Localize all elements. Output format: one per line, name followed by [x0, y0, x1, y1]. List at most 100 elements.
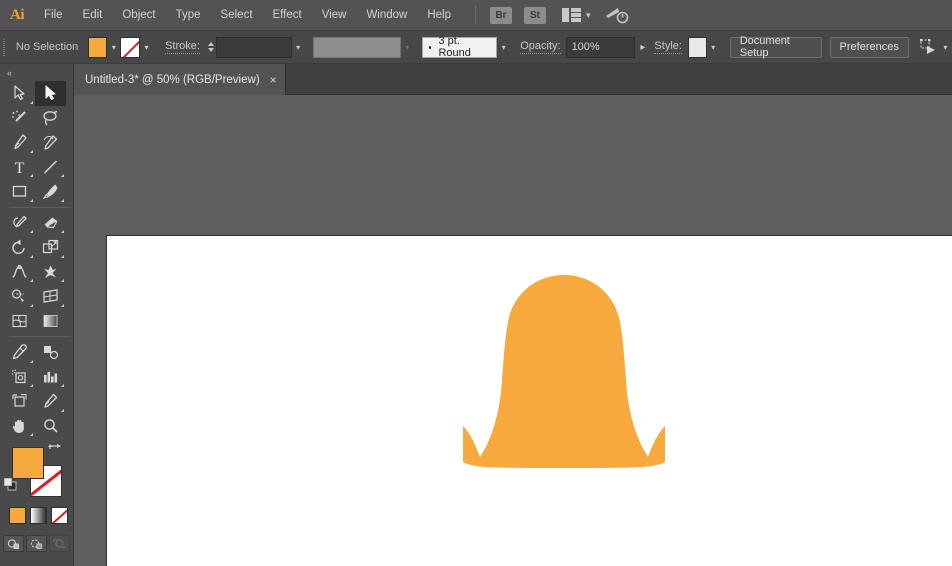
default-fill-stroke-icon[interactable]	[4, 478, 17, 496]
arrange-documents-icon[interactable]: ▾	[562, 8, 591, 22]
hand-tool[interactable]	[4, 414, 35, 439]
stroke-profile-chevron-down-icon[interactable]: ▾	[497, 37, 510, 58]
flyout-corner-icon	[30, 149, 33, 153]
paintbrush-tool[interactable]	[35, 179, 66, 204]
lasso-tool[interactable]	[35, 106, 66, 131]
flyout-corner-icon	[30, 100, 33, 104]
style-label: Style:	[654, 40, 682, 54]
variable-width-chevron-down-icon: ▾	[405, 42, 410, 52]
mesh-tool[interactable]	[4, 309, 35, 334]
fill-swatch-chevron-down-icon[interactable]: ▾	[107, 36, 121, 58]
width-tool[interactable]	[4, 260, 35, 285]
svg-text:T: T	[15, 160, 25, 175]
style-chevron-down-icon[interactable]: ▾	[707, 37, 720, 58]
type-tool[interactable]: T	[4, 155, 35, 180]
slice-tool[interactable]	[35, 389, 66, 414]
stroke-swatch-chevron-down-icon[interactable]: ▾	[139, 36, 154, 58]
perspective-grid-tool[interactable]	[35, 284, 66, 309]
flyout-corner-icon	[30, 279, 33, 282]
document-tab-bar: Untitled-3* @ 50% (RGB/Preview) ×	[0, 64, 952, 95]
document-tab[interactable]: Untitled-3* @ 50% (RGB/Preview) ×	[74, 64, 286, 95]
variable-width-profile-field[interactable]	[312, 36, 401, 58]
eraser-tool[interactable]	[35, 211, 66, 236]
symbol-sprayer-tool[interactable]	[4, 365, 35, 390]
menu-item-select[interactable]: Select	[211, 0, 263, 31]
flyout-corner-icon	[61, 174, 64, 177]
document-setup-button[interactable]: Document Setup	[729, 35, 822, 59]
opacity-input[interactable]: 100%	[565, 36, 636, 58]
close-icon[interactable]: ×	[270, 74, 277, 86]
stroke-profile-value: 3 pt. Round	[438, 35, 471, 59]
draw-normal-button[interactable]	[3, 535, 24, 552]
graphic-style-swatch[interactable]	[687, 36, 707, 58]
arrange-glyph-icon	[562, 8, 581, 22]
magic-wand-tool[interactable]	[4, 106, 35, 131]
flyout-corner-icon	[30, 230, 33, 233]
align-chevron-down-icon[interactable]: ▾	[939, 37, 952, 58]
pen-tool[interactable]	[4, 130, 35, 155]
rotate-tool[interactable]	[4, 235, 35, 260]
direct-selection-tool[interactable]	[4, 81, 35, 106]
flyout-corner-icon	[61, 408, 64, 412]
search-home-icon[interactable]	[605, 5, 629, 25]
control-bar-grip[interactable]	[0, 31, 8, 64]
menu-item-type[interactable]: Type	[166, 0, 211, 31]
rectangle-tool[interactable]	[4, 179, 35, 204]
preferences-button[interactable]: Preferences	[829, 36, 909, 58]
artboard[interactable]	[106, 235, 952, 566]
gradient-tool[interactable]	[35, 309, 66, 334]
color-button[interactable]	[9, 507, 26, 524]
selection-tool[interactable]	[35, 81, 66, 106]
shape-builder-tool[interactable]	[4, 284, 35, 309]
flyout-corner-icon	[61, 254, 64, 258]
stock-icon[interactable]: St	[524, 6, 546, 24]
flyout-corner-icon	[61, 303, 64, 307]
curvature-tool[interactable]	[35, 130, 66, 155]
brush-dot-icon	[428, 45, 432, 49]
draw-inside-button	[49, 535, 70, 552]
stroke-profile-field[interactable]: 3 pt. Round	[421, 35, 498, 59]
menu-item-view[interactable]: View	[312, 0, 357, 31]
menu-item-file[interactable]: File	[34, 0, 73, 31]
fill-mode-row	[0, 507, 73, 524]
swap-fill-stroke-icon[interactable]	[47, 444, 63, 462]
flyout-corner-icon	[61, 198, 64, 202]
stroke-weight-chevron-down-icon[interactable]: ▾	[292, 37, 305, 58]
zoom-tool[interactable]	[35, 414, 66, 439]
chevron-down-icon: ▾	[586, 9, 591, 20]
menu-item-object[interactable]: Object	[112, 0, 165, 31]
fill-color-swatch-large[interactable]	[12, 447, 44, 479]
eyedropper-tool[interactable]	[4, 340, 35, 365]
flyout-corner-icon	[30, 198, 33, 202]
blend-tool[interactable]	[35, 340, 66, 365]
fill-color-swatch[interactable]	[87, 36, 108, 58]
menu-item-effect[interactable]: Effect	[263, 0, 312, 31]
opacity-flyout-arrow-icon[interactable]: ▸	[635, 42, 650, 53]
column-graph-tool[interactable]	[35, 365, 66, 390]
stroke-weight-stepper[interactable]	[206, 37, 216, 58]
menu-item-window[interactable]: Window	[356, 0, 417, 31]
gradient-button[interactable]	[30, 507, 47, 524]
draw-behind-button[interactable]	[26, 535, 47, 552]
shaper-pencil-tool[interactable]	[4, 211, 35, 236]
app-logo-icon: Ai	[10, 6, 25, 23]
flyout-corner-icon	[30, 433, 33, 436]
bridge-icon[interactable]: Br	[490, 6, 512, 24]
bell-shape-path[interactable]	[107, 236, 952, 566]
artboard-tool[interactable]	[4, 389, 35, 414]
align-transform-icon[interactable]	[919, 38, 939, 56]
free-transform-tool[interactable]	[35, 260, 66, 285]
stroke-color-swatch[interactable]	[120, 36, 140, 58]
flyout-corner-icon	[30, 303, 33, 307]
menu-item-edit[interactable]: Edit	[73, 0, 113, 31]
scale-tool[interactable]	[35, 235, 66, 260]
menu-divider	[475, 6, 476, 24]
tools-grid: T	[0, 81, 74, 438]
tools-panel-collapse-icon[interactable]: «	[0, 64, 73, 81]
none-button[interactable]	[51, 507, 68, 524]
menu-bar: Ai File Edit Object Type Select Effect V…	[0, 0, 952, 31]
stroke-weight-input[interactable]	[215, 36, 292, 58]
line-segment-tool[interactable]	[35, 155, 66, 180]
canvas-area[interactable]	[74, 95, 952, 566]
menu-item-help[interactable]: Help	[417, 0, 461, 31]
